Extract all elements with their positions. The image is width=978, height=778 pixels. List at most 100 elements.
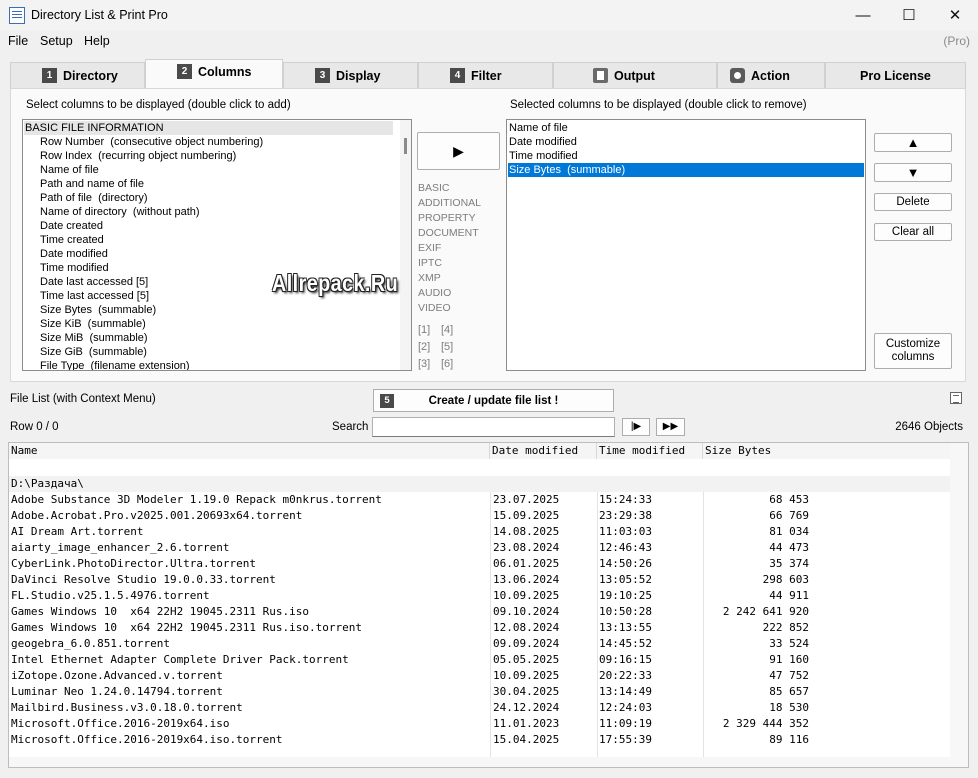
date-modified-cell: 09.09.2024 (493, 637, 560, 650)
index-link-1[interactable]: [1] (418, 324, 430, 336)
category-link-audio[interactable]: AUDIO (418, 287, 451, 299)
table-row[interactable]: Games Windows 10 x64 22H2 19045.2311 Rus… (9, 620, 950, 636)
selected-columns-list[interactable]: Name of file Date modified Time modified Si… (506, 119, 866, 371)
available-column-item[interactable]: Date created (40, 219, 103, 233)
category-link-document[interactable]: DOCUMENT (418, 227, 479, 239)
table-row[interactable]: Mailbird.Business.v3.0.18.0.torrent 24.12… (9, 700, 950, 716)
available-column-item[interactable]: Time last accessed [5] (40, 289, 149, 303)
table-row[interactable]: FL.Studio.v25.1.5.4976.torrent 10.09.2025… (9, 588, 950, 604)
table-row[interactable]: DaVinci Resolve Studio 19.0.0.33.torrent… (9, 572, 950, 588)
table-row[interactable]: Microsoft.Office.2016-2019x64.iso.torren… (9, 732, 950, 748)
available-column-item[interactable]: Time modified (40, 261, 109, 275)
scrollbar-thumb[interactable] (404, 138, 407, 154)
file-name-cell: Games Windows 10 x64 22H2 19045.2311 Rus… (11, 621, 362, 634)
table-row[interactable]: Intel Ethernet Adapter Complete Driver P… (9, 652, 950, 668)
index-link-3[interactable]: [3] (418, 358, 430, 370)
index-link-5[interactable]: [5] (441, 341, 453, 353)
close-button[interactable]: ✕ (932, 0, 978, 31)
tab-filter[interactable]: 4 Filter (418, 62, 553, 88)
table-row[interactable]: iZotope.Ozone.Advanced.v.torrent 10.09.20… (9, 668, 950, 684)
customize-columns-button[interactable]: Customize columns (874, 333, 952, 369)
table-row[interactable]: Microsoft.Office.2016-2019x64.iso 11.01.2… (9, 716, 950, 732)
available-column-item[interactable]: Date last accessed [5] (40, 275, 148, 289)
available-column-item[interactable]: Time created (40, 233, 104, 247)
table-row[interactable]: geogebra_6.0.851.torrent 09.09.2024 14:45:… (9, 636, 950, 652)
table-row[interactable]: Luminar Neo 1.24.0.14794.torrent 30.04.20… (9, 684, 950, 700)
folder-row[interactable]: D:\Раздача\ (9, 476, 950, 492)
tab-output[interactable]: Output (553, 62, 717, 88)
size-bytes-cell: 44 473 (769, 541, 809, 554)
column-header-date-modified[interactable]: Date modified (490, 443, 597, 459)
tab-columns[interactable]: 2 Columns (145, 59, 283, 89)
document-icon (593, 68, 608, 83)
table-row[interactable]: Games Windows 10 x64 22H2 19045.2311 Rus… (9, 604, 950, 620)
size-bytes-cell: 85 657 (769, 685, 809, 698)
category-link-basic[interactable]: BASIC (418, 182, 450, 194)
selected-column-item[interactable]: Time modified (508, 149, 864, 163)
time-modified-cell: 20:22:33 (599, 669, 652, 682)
available-list-scrollbar[interactable] (400, 120, 411, 370)
tab-action[interactable]: Action (717, 62, 825, 88)
category-link-additional[interactable]: ADDITIONAL (418, 197, 481, 209)
available-column-item[interactable]: Size KiB (summable) (40, 317, 146, 331)
create-file-list-button[interactable]: 5 Create / update file list ! (373, 389, 614, 412)
grid-vertical-scrollbar[interactable] (950, 443, 968, 767)
list-options-icon[interactable] (950, 392, 962, 404)
menu-file[interactable]: File (8, 34, 28, 48)
available-column-item[interactable]: Row Number (consecutive object numbering… (40, 135, 263, 149)
category-link-xmp[interactable]: XMP (418, 272, 441, 284)
available-column-item[interactable]: Name of file (40, 163, 99, 177)
delete-column-button[interactable]: Delete (874, 193, 952, 211)
column-header-time-modified[interactable]: Time modified (597, 443, 703, 459)
available-column-item[interactable]: Name of directory (without path) (40, 205, 200, 219)
file-name-cell: AI Dream Art.torrent (11, 525, 144, 538)
clear-all-button[interactable]: Clear all (874, 223, 952, 241)
file-name-cell: Games Windows 10 x64 22H2 19045.2311 Rus… (11, 605, 310, 618)
category-link-property[interactable]: PROPERTY (418, 212, 476, 224)
column-header-name[interactable]: Name (9, 443, 490, 459)
available-column-item[interactable]: Row Index (recurring object numbering) (40, 149, 236, 163)
table-row[interactable]: Adobe.Acrobat.Pro.v2025.001.20693x64.tor… (9, 508, 950, 524)
available-column-item[interactable]: Size GiB (summable) (40, 345, 147, 359)
tab-directory[interactable]: 1 Directory (10, 62, 145, 88)
move-down-button[interactable]: ▼ (874, 163, 952, 182)
available-columns-list[interactable]: BASIC FILE INFORMATION Row Number (conse… (22, 119, 412, 371)
size-bytes-cell: 68 453 (769, 493, 809, 506)
index-link-6[interactable]: [6] (441, 358, 453, 370)
table-row[interactable]: CyberLink.PhotoDirector.Ultra.torrent 06.… (9, 556, 950, 572)
category-link-video[interactable]: VIDEO (418, 302, 451, 314)
size-bytes-cell: 18 530 (769, 701, 809, 714)
menu-help[interactable]: Help (84, 34, 110, 48)
minimize-button[interactable]: — (840, 0, 886, 31)
selected-column-item[interactable]: Name of file (508, 121, 864, 135)
size-bytes-cell: 91 160 (769, 653, 809, 666)
category-link-exif[interactable]: EXIF (418, 242, 441, 254)
menu-setup[interactable]: Setup (40, 34, 73, 48)
tab-pro-license[interactable]: Pro License (825, 62, 966, 88)
table-row[interactable]: aiarty_image_enhancer_2.6.torrent 23.08.2… (9, 540, 950, 556)
grid-horizontal-scrollbar[interactable] (9, 757, 968, 767)
find-next-button[interactable]: |▶ (622, 418, 650, 436)
available-column-item[interactable]: Size MiB (summable) (40, 331, 148, 345)
search-input[interactable] (372, 417, 615, 437)
table-row[interactable]: Adobe Substance 3D Modeler 1.19.0 Repack… (9, 492, 950, 508)
maximize-button[interactable]: ☐ (886, 0, 932, 31)
available-column-item[interactable]: Path of file (directory) (40, 191, 148, 205)
index-link-4[interactable]: [4] (441, 324, 453, 336)
available-column-item[interactable]: Size Bytes (summable) (40, 303, 156, 317)
category-link-iptc[interactable]: IPTC (418, 257, 442, 269)
available-column-item[interactable]: File Type (filename extension) (40, 359, 190, 370)
available-column-item[interactable]: Path and name of file (40, 177, 144, 191)
selected-column-item[interactable]: Date modified (508, 135, 864, 149)
move-up-button[interactable]: ▲ (874, 133, 952, 152)
column-header-size-bytes[interactable]: Size Bytes (703, 443, 951, 459)
find-all-button[interactable]: ▶▶ (656, 418, 685, 436)
file-list-grid[interactable]: Name Date modified Time modified Size By… (8, 442, 969, 768)
index-link-2[interactable]: [2] (418, 341, 430, 353)
date-modified-cell: 05.05.2025 (493, 653, 560, 666)
selected-column-item[interactable]: Size Bytes (summable) (508, 163, 864, 177)
available-column-item[interactable]: Date modified (40, 247, 108, 261)
add-column-button[interactable]: ▶ (417, 132, 500, 170)
table-row[interactable]: AI Dream Art.torrent 14.08.2025 11:03:03 81… (9, 524, 950, 540)
tab-display[interactable]: 3 Display (283, 62, 418, 88)
